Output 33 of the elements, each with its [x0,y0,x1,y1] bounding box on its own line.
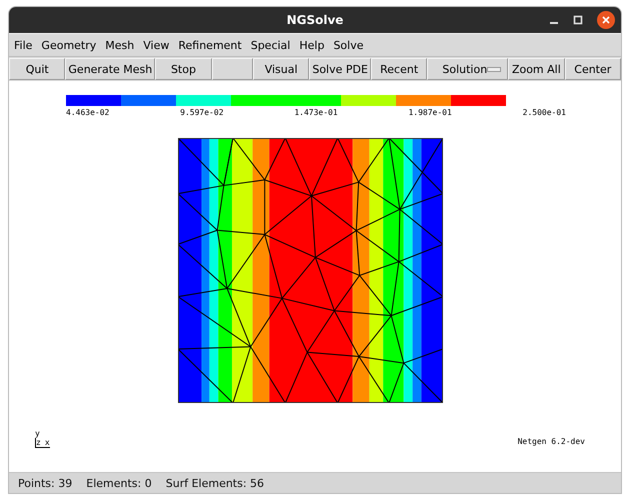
status-text: Elements: 0 [86,476,152,490]
blank-button[interactable] [212,58,253,80]
toolbar-button[interactable]: Visual [252,58,310,80]
colorbar-label: 9.597e-02 [180,108,224,117]
menu-item[interactable]: Help [299,38,324,52]
axis-label: x [44,438,50,447]
toolbar-button[interactable]: Center [564,58,621,80]
window-title: NGSolve [286,13,344,27]
colorbar-label: 1.987e-01 [408,108,452,117]
menu-item[interactable]: View [143,38,170,52]
axis-label: z [36,438,41,447]
status-text: Surf Elements: 56 [166,476,264,490]
menu-item[interactable]: Geometry [41,38,96,52]
colorbar-label: 1.473e-01 [294,108,338,117]
toolbar-button[interactable]: Zoom All [508,58,565,80]
toolbar-button[interactable]: Solve PDE [309,58,371,80]
menu-item[interactable]: Mesh [105,38,134,52]
colorbar-label: 4.463e-02 [66,108,110,117]
status-text: Points: 39 [18,476,72,490]
menu-item[interactable]: Special [250,38,290,52]
menu-item[interactable]: File [14,38,32,52]
menu-item[interactable]: Refinement [178,38,242,52]
menu-item[interactable]: Solve [333,38,364,52]
solution-dropdown[interactable]: Solution [427,58,508,80]
close-icon[interactable] [597,11,615,29]
toolbar-button[interactable]: Quit [9,58,66,80]
axis-label: y [35,429,41,438]
toolbar-button[interactable]: Generate Mesh [65,58,156,80]
maximize-icon[interactable] [573,15,583,25]
colorbar-label: 2.500e-01 [522,108,566,117]
toolbar-button[interactable]: Recent [370,58,428,80]
version-label: Netgen 6.2-dev [518,437,585,446]
toolbar-button[interactable]: Stop [155,58,212,80]
